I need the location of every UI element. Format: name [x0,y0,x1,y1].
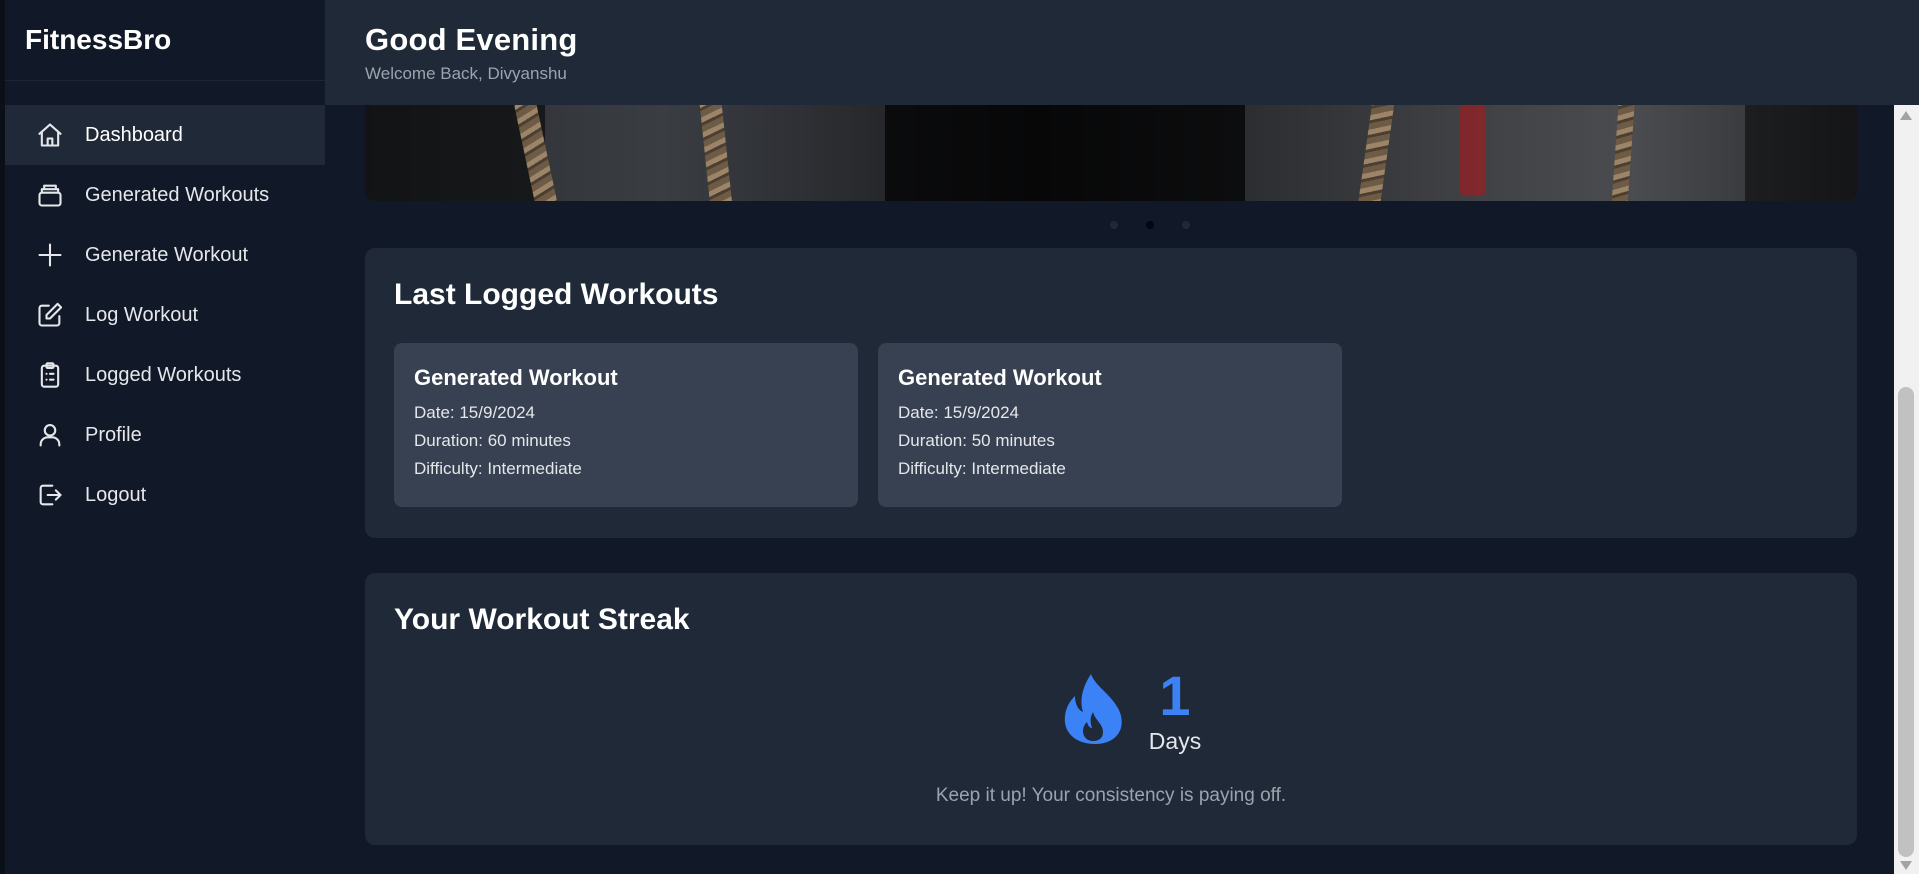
workout-difficulty: Difficulty: Intermediate [898,459,1066,478]
rope-image-part [1356,105,1396,201]
carousel-dots [325,221,1894,229]
plus-icon [35,240,65,270]
user-icon [35,420,65,450]
workout-streak-card: Your Workout Streak 1 Days Keep it up! Y… [365,573,1857,845]
sidebar-nav: Dashboard Generated Workouts Generate Wo… [5,105,325,525]
welcome-subtitle: Welcome Back, Divyanshu [365,64,567,83]
workout-title: Generated Workout [414,365,618,390]
sidebar: FitnessBro Dashboard Generated Workouts … [0,0,325,874]
sidebar-item-generate-workout[interactable]: Generate Workout [5,225,325,285]
carousel-dot-active[interactable] [1145,221,1154,229]
sidebar-item-label: Logout [85,483,147,506]
workout-title: Generated Workout [898,365,1102,390]
scroll-down-arrow-icon[interactable] [1900,861,1912,870]
streak-count: 1 Days [1149,668,1201,755]
sidebar-item-generated-workouts[interactable]: Generated Workouts [5,165,325,225]
rope-image-part [698,105,734,201]
section-title: Your Workout Streak [394,603,690,636]
workout-date: Date: 15/9/2024 [414,403,535,422]
streak-inner: 1 Days [1061,668,1201,755]
sidebar-item-profile[interactable]: Profile [5,405,325,465]
last-logged-workouts-card: Last Logged Workouts Generated Workout D… [365,248,1857,538]
main-content: Last Logged Workouts Generated Workout D… [325,105,1894,874]
stack-icon [35,180,65,210]
carousel-dot[interactable] [1181,221,1190,229]
sidebar-item-label: Generated Workouts [85,183,270,206]
page-header: Good Evening Welcome Back, Divyanshu [325,0,1919,105]
workout-duration: Duration: 50 minutes [898,431,1055,450]
sidebar-item-log-workout[interactable]: Log Workout [5,285,325,345]
workout-card[interactable]: Generated Workout Date: 15/9/2024 Durati… [394,343,858,507]
edit-icon [35,300,65,330]
section-title: Last Logged Workouts [394,278,719,311]
sidebar-item-label: Dashboard [85,123,183,146]
streak-unit: Days [1148,728,1202,754]
workout-date: Date: 15/9/2024 [898,403,1019,422]
workout-difficulty: Difficulty: Intermediate [414,459,582,478]
scrollbar-thumb[interactable] [1898,387,1914,857]
rope-image-part [1610,105,1636,201]
streak-number: 1 [1159,664,1191,727]
home-icon [35,120,65,150]
sidebar-item-label: Log Workout [85,303,199,326]
sidebar-item-label: Generate Workout [85,243,249,266]
image-red-equipment [1460,105,1486,195]
sidebar-item-dashboard[interactable]: Dashboard [5,105,325,165]
image-shadow [885,105,1245,201]
clipboard-list-icon [35,360,65,390]
streak-display: 1 Days [365,668,1857,755]
logout-icon [35,480,65,510]
brand-logo[interactable]: FitnessBro [5,0,325,81]
page-scrollbar[interactable] [1894,105,1919,874]
sidebar-item-label: Profile [85,423,142,446]
fire-icon [1061,672,1125,751]
sidebar-item-logged-workouts[interactable]: Logged Workouts [5,345,325,405]
app-root: FitnessBro Dashboard Generated Workouts … [0,0,1919,874]
carousel-dot[interactable] [1109,221,1118,229]
workout-duration: Duration: 60 minutes [414,431,571,450]
scroll-up-arrow-icon[interactable] [1900,111,1912,120]
sidebar-item-label: Logged Workouts [85,363,242,386]
image-shadow [1745,105,1857,201]
hero-carousel-image [365,105,1857,201]
sidebar-item-logout[interactable]: Logout [5,465,325,525]
workout-card[interactable]: Generated Workout Date: 15/9/2024 Durati… [878,343,1342,507]
greeting-title: Good Evening [365,22,578,57]
streak-message: Keep it up! Your consistency is paying o… [935,785,1287,806]
